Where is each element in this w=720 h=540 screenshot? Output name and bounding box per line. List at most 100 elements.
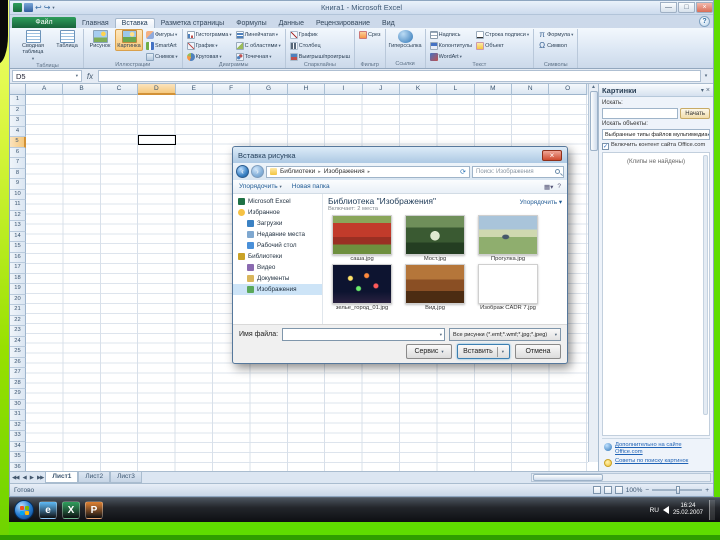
sheet-tab-Лист1[interactable]: Лист1	[45, 472, 79, 483]
row-header-9[interactable]: 9	[10, 179, 26, 190]
file-item[interactable]: Мост.jpg	[403, 215, 467, 262]
page-break-view-icon[interactable]	[614, 486, 623, 494]
column-header-L[interactable]: L	[437, 84, 475, 95]
scatter-chart-button[interactable]: Точечная ▾	[234, 51, 283, 62]
clock[interactable]: 16:24 25.02.2007	[673, 503, 703, 518]
header-footer-button[interactable]: Колонтитулы	[428, 40, 474, 51]
scroll-up-icon[interactable]: ▲	[591, 84, 596, 90]
line-chart-button[interactable]: График ▾	[185, 40, 234, 51]
insert-function-button[interactable]: fx	[82, 70, 98, 82]
screenshot-button[interactable]: Снимок ▾	[144, 51, 180, 62]
task-pane-menu-icon[interactable]: ▾	[701, 87, 704, 94]
breadcrumb-item[interactable]: Библиотеки	[280, 168, 315, 175]
zoom-out-icon[interactable]: −	[645, 487, 649, 494]
last-sheet-icon[interactable]: ▶▶	[35, 475, 45, 481]
excel-taskbar-icon[interactable]: X	[62, 501, 80, 519]
horizontal-scroll-thumb[interactable]	[533, 474, 603, 481]
office-online-link[interactable]: Дополнительно на сайте Office.com	[604, 442, 708, 455]
media-type-select[interactable]: Выбранные типы файлов мультимедиа ▾	[602, 129, 710, 140]
table-button[interactable]: Таблица	[53, 29, 81, 51]
row-header-31[interactable]: 31	[10, 410, 26, 421]
tab-file[interactable]: Файл	[12, 17, 76, 28]
language-indicator[interactable]: RU	[650, 507, 659, 514]
column-header-E[interactable]: E	[175, 84, 213, 95]
clipart-search-input[interactable]	[602, 108, 679, 119]
nav-item-downloads[interactable]: Загрузки	[233, 218, 322, 229]
first-sheet-icon[interactable]: ◀◀	[10, 475, 20, 481]
refresh-icon[interactable]: ⟳	[460, 168, 466, 176]
qat-customize-icon[interactable]: ▾	[52, 5, 54, 11]
area-chart-button[interactable]: С областями ▾	[234, 40, 283, 51]
breadcrumb-item[interactable]: Изображения	[324, 168, 365, 175]
row-header-22[interactable]: 22	[10, 315, 26, 326]
nav-item-desktop[interactable]: Рабочий стол	[233, 240, 322, 251]
text-box-button[interactable]: Надпись	[428, 29, 474, 40]
file-item[interactable]: зелье_город_01.jpg	[330, 264, 394, 311]
vertical-scroll-thumb[interactable]	[589, 91, 598, 151]
row-header-7[interactable]: 7	[10, 158, 26, 169]
row-header-6[interactable]: 6	[10, 147, 26, 158]
shapes-button[interactable]: Фигуры ▾	[144, 29, 180, 40]
nav-item-libraries[interactable]: Библиотеки	[233, 251, 322, 262]
file-type-select[interactable]: Все рисунки (*.emf;*.wmf;*.jpg;*.jpeg) ▾	[449, 328, 561, 341]
zoom-in-icon[interactable]: +	[705, 487, 709, 494]
insert-button[interactable]: Вставить ▾	[457, 344, 510, 359]
row-header-10[interactable]: 10	[10, 189, 26, 200]
column-header-G[interactable]: G	[250, 84, 288, 95]
pivot-table-button[interactable]: Сводная таблица ▾	[14, 29, 52, 63]
row-header-25[interactable]: 25	[10, 347, 26, 358]
formula-bar-expand-icon[interactable]: ▾	[701, 70, 711, 82]
row-header-21[interactable]: 21	[10, 305, 26, 316]
select-all-corner[interactable]	[10, 84, 26, 95]
row-header-23[interactable]: 23	[10, 326, 26, 337]
clip-art-button[interactable]: Картинка	[115, 29, 143, 51]
file-item[interactable]: Прогулка.jpg	[476, 215, 540, 262]
slicer-button[interactable]: Срез	[357, 29, 383, 40]
row-header-35[interactable]: 35	[10, 452, 26, 463]
column-header-A[interactable]: A	[26, 84, 64, 95]
dialog-close-button[interactable]: ×	[542, 149, 562, 161]
object-button[interactable]: Объект	[474, 40, 531, 51]
tools-button[interactable]: Сервис ▾	[406, 344, 453, 359]
hyperlink-button[interactable]: Гиперссылка	[388, 29, 423, 51]
include-office-checkbox[interactable]: ✓	[602, 143, 609, 150]
column-header-N[interactable]: N	[512, 84, 550, 95]
nav-item-recent-places[interactable]: Недавние места	[233, 229, 322, 240]
column-header-K[interactable]: K	[399, 84, 438, 95]
redo-icon[interactable]: ↪	[44, 3, 51, 12]
nav-item-video[interactable]: Видео	[233, 262, 322, 273]
zoom-slider[interactable]	[652, 486, 703, 494]
file-item[interactable]: саша.jpg	[330, 215, 394, 262]
column-header-H[interactable]: H	[287, 84, 326, 95]
volume-icon[interactable]	[662, 506, 669, 514]
name-box-caret-icon[interactable]: ▾	[76, 73, 78, 79]
clipart-go-button[interactable]: Начать	[680, 108, 710, 119]
tab-page-layout[interactable]: Разметка страницы	[155, 19, 231, 28]
new-folder-button[interactable]: Новая папка	[292, 183, 330, 190]
row-header-28[interactable]: 28	[10, 378, 26, 389]
equation-button[interactable]: π Формула ▾	[536, 29, 575, 40]
undo-icon[interactable]: ↩	[35, 3, 42, 12]
spark-column-button[interactable]: Столбец	[288, 40, 352, 51]
file-item[interactable]: Изображ CADR 7.jpg	[476, 264, 540, 311]
tab-data[interactable]: Данные	[273, 19, 310, 28]
column-chart-button[interactable]: Гистограмма ▾	[185, 29, 234, 40]
file-name-input[interactable]: ▾	[282, 328, 445, 341]
column-header-O[interactable]: O	[549, 84, 587, 95]
row-header-16[interactable]: 16	[10, 252, 26, 263]
tab-formulas[interactable]: Формулы	[230, 19, 272, 28]
row-header-18[interactable]: 18	[10, 273, 26, 284]
row-header-20[interactable]: 20	[10, 294, 26, 305]
spark-winloss-button[interactable]: Выигрыш/проигрыш	[288, 51, 352, 62]
minimize-button[interactable]: —	[660, 2, 677, 13]
sheet-tab-Лист2[interactable]: Лист2	[78, 472, 111, 483]
close-button[interactable]: ×	[696, 2, 713, 13]
internet-explorer-taskbar-icon[interactable]: e	[39, 501, 57, 519]
row-header-1[interactable]: 1	[10, 95, 26, 106]
forward-button[interactable]: ›	[251, 165, 264, 178]
nav-item-favorites[interactable]: Избранное	[233, 207, 322, 218]
picture-button[interactable]: Рисунок	[86, 29, 114, 51]
nav-item-documents[interactable]: Документы	[233, 273, 322, 284]
column-header-I[interactable]: I	[325, 84, 363, 95]
breadcrumb[interactable]: Библиотеки ▸ Изображения ▸ ⟳	[266, 165, 470, 178]
